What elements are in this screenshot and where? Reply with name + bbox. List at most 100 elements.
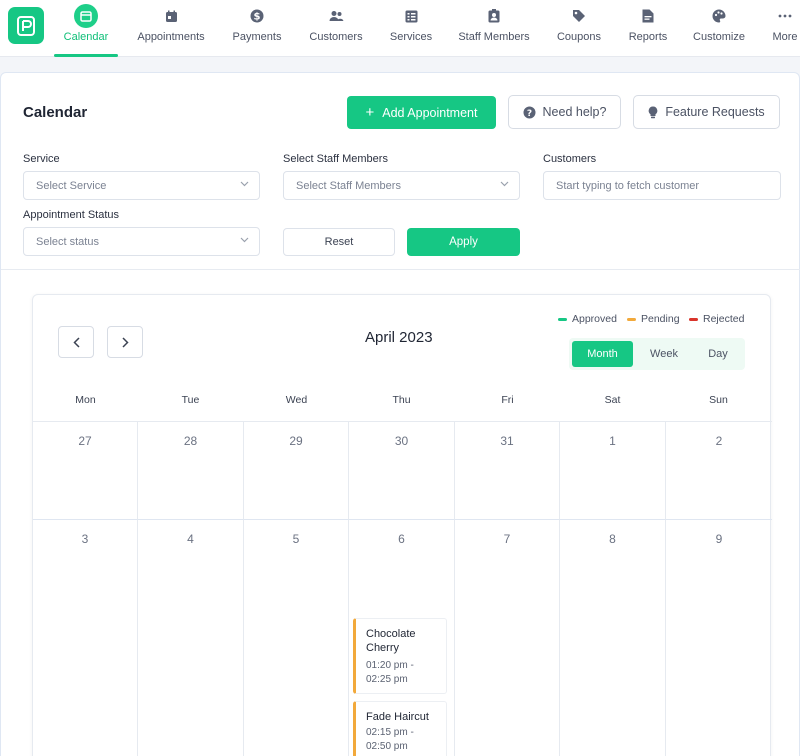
event-time: 01:20 pm -02:25 pm (366, 660, 414, 685)
legend-label: Pending (641, 313, 680, 325)
next-month-button[interactable] (107, 326, 143, 358)
help-icon: ? (523, 106, 536, 119)
view-day-button[interactable]: Day (693, 341, 743, 367)
day-cell[interactable]: 5 (244, 520, 349, 756)
nav-label: Reports (628, 31, 668, 43)
add-appointment-label: Add Appointment (382, 105, 478, 120)
legend-pending: Pending (627, 313, 680, 325)
svg-text:$: $ (254, 12, 261, 23)
reset-button[interactable]: Reset (283, 228, 395, 256)
view-week-button[interactable]: Week (635, 341, 693, 367)
chevron-down-icon (500, 181, 509, 187)
view-switcher: Month Week Day (569, 338, 745, 370)
day-number: 29 (289, 434, 303, 448)
view-month-button[interactable]: Month (572, 341, 633, 367)
nav-customers[interactable]: Customers (304, 0, 368, 57)
legend-label: Rejected (703, 313, 745, 325)
calendar-month-title: April 2023 (365, 329, 433, 346)
appointment-event[interactable]: Chocolate Cherry 01:20 pm -02:25 pm (353, 618, 447, 694)
app-logo[interactable] (8, 7, 44, 44)
nav-label: Calendar (63, 31, 109, 43)
nav-label: Payments (232, 31, 282, 43)
customers-label: Customers (543, 153, 597, 165)
nav-coupons[interactable]: Coupons (554, 0, 604, 57)
nav-label: Customize (693, 31, 745, 43)
add-appointment-button[interactable]: + Add Appointment (347, 96, 496, 129)
nav-appointments[interactable]: Appointments (131, 0, 211, 57)
service-label: Service (23, 153, 60, 165)
nav-reports[interactable]: Reports (625, 0, 671, 57)
more-icon (778, 8, 792, 24)
nav-services[interactable]: Services (387, 0, 435, 57)
status-select[interactable]: Select status (23, 227, 260, 256)
palette-icon (712, 8, 726, 24)
staff-select[interactable]: Select Staff Members (283, 171, 520, 200)
prev-month-button[interactable] (58, 326, 94, 358)
day-cell[interactable]: 27 (33, 422, 138, 520)
customers-placeholder: Start typing to fetch customer (556, 179, 700, 192)
apply-button[interactable]: Apply (407, 228, 520, 256)
day-number: 31 (500, 434, 514, 448)
day-cell[interactable]: 1 (560, 422, 666, 520)
nav-customize[interactable]: Customize (690, 0, 748, 57)
day-cell[interactable]: 9 (666, 520, 772, 756)
feature-requests-button[interactable]: Feature Requests (633, 95, 780, 129)
nav-label: Customers (309, 31, 363, 43)
nav-active-indicator (54, 54, 118, 57)
customer-search-input[interactable]: Start typing to fetch customer (543, 171, 781, 200)
staff-label: Select Staff Members (283, 153, 388, 165)
nav-label: Staff Members (458, 31, 530, 43)
weekday-header: Mon Tue Wed Thu Fri Sat Sun (33, 381, 772, 422)
legend-swatch (558, 317, 567, 321)
day-cell[interactable]: 4 (138, 520, 244, 756)
weekday-label: Wed (285, 394, 308, 406)
plus-icon: + (365, 103, 375, 121)
day-cell[interactable]: 30 (349, 422, 455, 520)
nav-calendar[interactable]: Calendar (54, 0, 118, 57)
nav-staff-members[interactable]: Staff Members (454, 0, 534, 57)
day-number: 3 (81, 532, 89, 546)
legend-label: Approved (572, 313, 617, 325)
need-help-button[interactable]: ? Need help? (508, 95, 621, 129)
day-cell[interactable]: 3 (33, 520, 138, 756)
chevron-down-icon (240, 237, 249, 243)
document-icon (642, 8, 654, 24)
lightbulb-icon (649, 106, 658, 118)
weekday-label: Fri (501, 394, 514, 406)
legend-approved: Approved (558, 313, 617, 325)
nav-payments[interactable]: $ Payments (226, 0, 288, 57)
calendar-icon (74, 4, 98, 28)
day-cell[interactable]: 7 (455, 520, 560, 756)
day-number: 30 (394, 434, 409, 448)
day-number: 27 (78, 434, 92, 448)
app-logo-icon (17, 15, 35, 36)
chevron-right-icon (121, 336, 129, 348)
weekday-label: Tue (181, 394, 200, 406)
event-time: 02:15 pm -02:50 pm (366, 727, 414, 752)
staff-placeholder: Select Staff Members (296, 179, 401, 192)
main-panel: Calendar + Add Appointment ? Need help? … (0, 72, 800, 756)
day-cell[interactable]: 29 (244, 422, 349, 520)
status-label: Appointment Status (23, 209, 120, 221)
page-title: Calendar (23, 104, 88, 121)
day-cell[interactable]: 6 Chocolate Cherry 01:20 pm -02:25 pm Fad… (349, 520, 455, 756)
appointments-icon (165, 8, 178, 24)
day-cell[interactable]: 8 (560, 520, 666, 756)
day-number: 9 (715, 532, 723, 546)
legend-swatch (689, 317, 698, 321)
nav-label: Services (389, 31, 433, 43)
filters-divider (1, 269, 800, 270)
users-icon (329, 8, 344, 24)
nav-more[interactable]: More (768, 0, 800, 57)
day-cell[interactable]: 2 (666, 422, 772, 520)
feature-requests-label: Feature Requests (665, 105, 765, 119)
legend-rejected: Rejected (689, 313, 744, 325)
day-number: 5 (292, 532, 300, 546)
event-title: Fade Haircut (366, 711, 429, 723)
appointment-event[interactable]: Fade Haircut 02:15 pm -02:50 pm (353, 701, 447, 756)
service-select[interactable]: Select Service (23, 171, 260, 200)
nav-label: More (772, 31, 798, 43)
day-cell[interactable]: 28 (138, 422, 244, 520)
day-cell[interactable]: 31 (455, 422, 560, 520)
svg-text:?: ? (526, 109, 531, 119)
